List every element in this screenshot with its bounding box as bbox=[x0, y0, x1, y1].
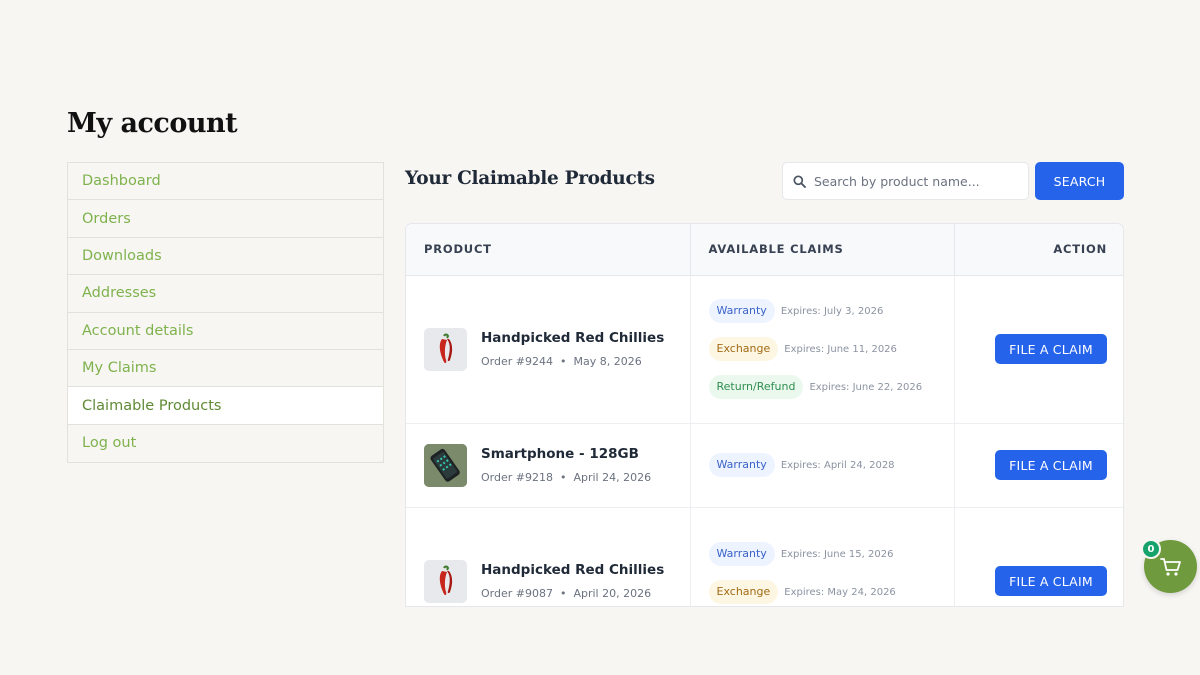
product-name: Handpicked Red Chillies bbox=[481, 330, 665, 346]
sidebar-item-downloads[interactable]: Downloads bbox=[68, 238, 383, 276]
file-claim-button[interactable]: FILE A CLAIM bbox=[995, 566, 1107, 596]
order-date: May 8, 2026 bbox=[573, 355, 642, 368]
claim-badge-exchange: Exchange bbox=[708, 579, 779, 605]
file-claim-button[interactable]: FILE A CLAIM bbox=[995, 450, 1107, 480]
account-navigation: Dashboard Orders Downloads Addresses Acc… bbox=[67, 162, 384, 464]
search-input[interactable] bbox=[814, 173, 1014, 189]
search-button[interactable]: SEARCH bbox=[1035, 162, 1124, 200]
table-row: Handpicked Red Chillies Order #9087 • Apri… bbox=[406, 507, 1123, 606]
claim-badge-exchange: Exchange bbox=[708, 336, 779, 362]
claim-badge-warranty: Warranty bbox=[708, 298, 775, 324]
claim-expiry: Expires: May 24, 2026 bbox=[784, 586, 896, 598]
claim-expiry: Expires: June 22, 2026 bbox=[809, 381, 923, 393]
sidebar-item-addresses[interactable]: Addresses bbox=[68, 275, 383, 313]
order-number: Order #9087 bbox=[481, 587, 553, 600]
claim-badge-return-refund: Return/Refund bbox=[708, 374, 804, 400]
order-date: April 24, 2026 bbox=[573, 471, 652, 484]
column-header-available-claims: AVAILABLE CLAIMS bbox=[690, 224, 955, 276]
chili-pepper-icon bbox=[439, 333, 452, 364]
product-name: Smartphone - 128GB bbox=[481, 446, 639, 462]
product-thumbnail-smartphone bbox=[424, 443, 467, 487]
order-number: Order #9244 bbox=[481, 355, 553, 368]
sidebar-item-orders[interactable]: Orders bbox=[68, 200, 383, 238]
sidebar-item-my-claims[interactable]: My Claims bbox=[68, 350, 383, 388]
claim-expiry: Expires: April 24, 2028 bbox=[780, 459, 895, 471]
file-claim-button[interactable]: FILE A CLAIM bbox=[995, 334, 1107, 364]
column-header-action: ACTION bbox=[954, 224, 1123, 276]
chili-pepper-icon bbox=[439, 565, 452, 596]
smartphone-icon bbox=[424, 443, 467, 487]
product-thumbnail-chillies bbox=[424, 327, 467, 371]
product-thumbnail-chillies bbox=[424, 559, 467, 603]
table-row: Smartphone - 128GB Order #9218 • April 24,… bbox=[406, 423, 1123, 508]
sidebar-item-account-details[interactable]: Account details bbox=[68, 313, 383, 350]
cart-count-badge: 0 bbox=[1141, 539, 1161, 559]
table-row: Handpicked Red Chillies Order #9244 • May … bbox=[406, 275, 1123, 424]
order-date: April 20, 2026 bbox=[573, 587, 652, 600]
section-title: Your Claimable Products bbox=[405, 168, 655, 189]
claim-expiry: Expires: July 3, 2026 bbox=[780, 305, 884, 317]
claim-expiry: Expires: June 15, 2026 bbox=[780, 548, 894, 560]
shopping-cart-icon bbox=[1159, 557, 1181, 576]
sidebar-item-log-out[interactable]: Log out bbox=[68, 425, 383, 462]
product-name: Handpicked Red Chillies bbox=[481, 562, 665, 578]
search-icon bbox=[793, 174, 806, 188]
sidebar-item-dashboard[interactable]: Dashboard bbox=[68, 163, 383, 201]
column-header-product: PRODUCT bbox=[406, 224, 691, 276]
claim-expiry: Expires: June 11, 2026 bbox=[784, 343, 897, 355]
sidebar-item-claimable-products[interactable]: Claimable Products bbox=[68, 387, 383, 425]
claim-badge-warranty: Warranty bbox=[708, 541, 775, 567]
claimable-products-table: PRODUCT AVAILABLE CLAIMS ACTION Handpick… bbox=[405, 223, 1124, 607]
search-box bbox=[782, 162, 1029, 200]
page-title: My account bbox=[67, 108, 238, 139]
claim-badge-warranty: Warranty bbox=[708, 452, 775, 478]
order-number: Order #9218 bbox=[481, 471, 553, 484]
